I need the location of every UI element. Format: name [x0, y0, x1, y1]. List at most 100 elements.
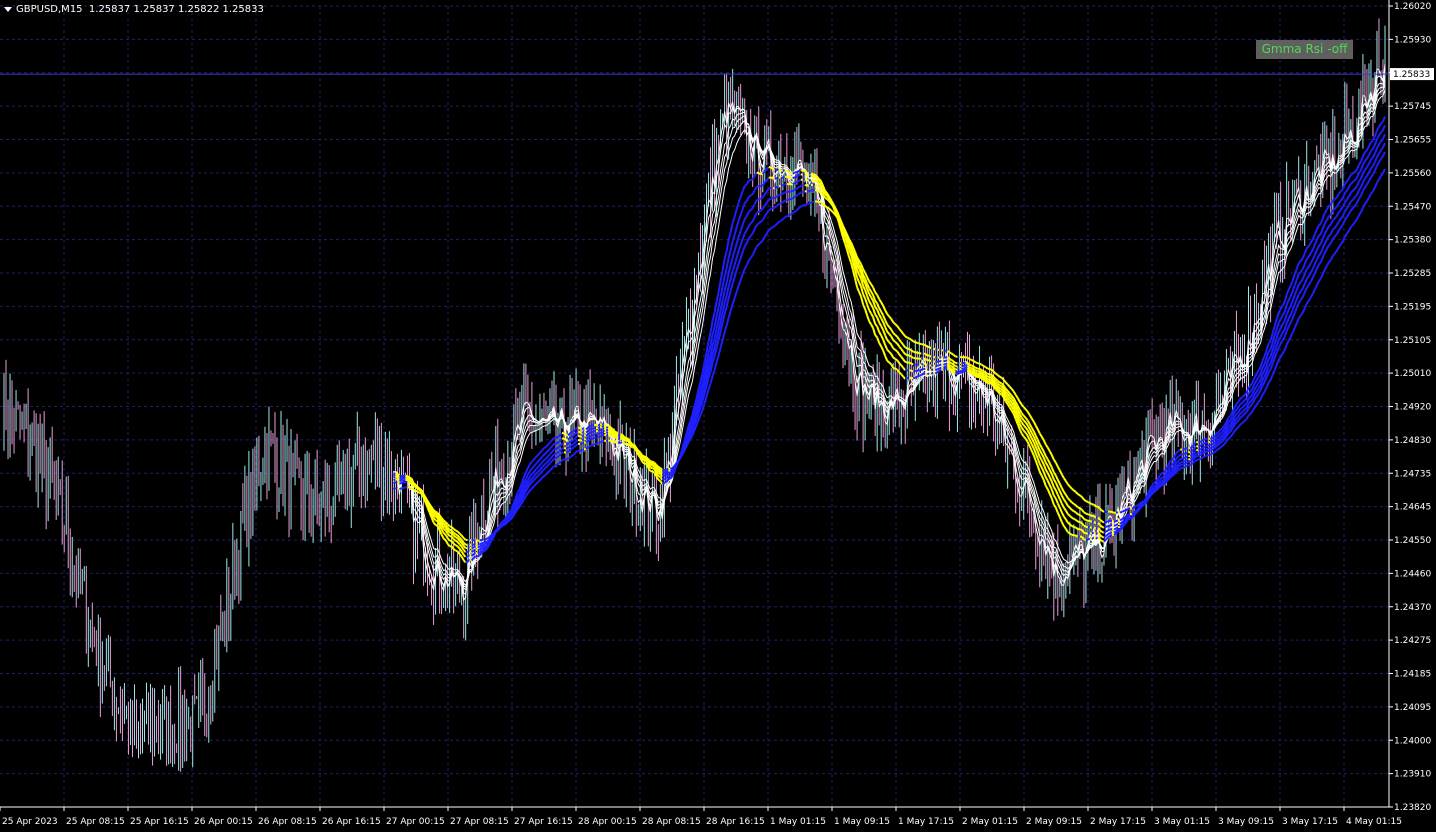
slow-ema-segment: [892, 366, 896, 370]
slow-ema-segment: [453, 528, 457, 532]
slow-ema-segment: [664, 474, 667, 478]
slow-ema-segment: [908, 337, 912, 341]
slow-ema-segment: [450, 526, 455, 530]
slow-ema-segment: [1175, 450, 1179, 454]
slow-ema-segment: [406, 477, 410, 481]
slow-ema-segment: [1191, 461, 1195, 465]
slow-ema-segment: [971, 367, 974, 370]
slow-ema-segment: [1161, 475, 1165, 479]
slow-ema-segment: [979, 374, 983, 378]
price-label: 1.25560: [1394, 169, 1431, 179]
slow-ema-segment: [585, 436, 589, 441]
slow-ema-segment: [941, 356, 944, 359]
slow-ema-segment: [591, 436, 595, 440]
slow-ema-segment: [810, 172, 814, 176]
slow-ema-segment: [948, 366, 952, 370]
slow-ema-segment: [818, 182, 822, 186]
slow-ema-segment: [938, 366, 942, 370]
slow-ema-segment: [800, 169, 804, 172]
slow-ema-segment: [772, 225, 776, 228]
slow-ema-segment: [999, 392, 1003, 396]
slow-ema-segment: [1115, 526, 1119, 530]
slow-ema-segment: [910, 355, 914, 359]
slow-ema-segment: [1127, 513, 1131, 516]
slow-ema-segment: [937, 367, 940, 371]
slow-ema-segment: [943, 363, 946, 366]
slow-ema-segment: [396, 481, 400, 485]
slow-ema-segment: [396, 476, 401, 480]
slow-ema-segment: [776, 185, 780, 189]
slow-ema-segment: [910, 349, 914, 353]
slow-ema-segment: [609, 427, 613, 431]
slow-ema-segment: [567, 456, 571, 460]
slow-ema-segment: [824, 193, 828, 197]
slow-ema-segment: [786, 214, 790, 218]
slow-ema-segment: [780, 201, 784, 205]
slow-ema-segment: [603, 428, 607, 431]
slow-ema-segment: [571, 434, 575, 438]
slow-ema-segment: [778, 219, 782, 223]
slow-ema-segment: [393, 473, 396, 477]
slow-ema-segment: [1099, 534, 1103, 538]
slow-ema-segment: [952, 366, 957, 371]
slow-ema-segment: [1115, 523, 1119, 527]
indicator-status-button[interactable]: Gmma Rsi -off: [1256, 40, 1353, 59]
price-label: 1.24370: [1394, 603, 1431, 613]
slow-ema-segment: [892, 347, 896, 351]
slow-ema-segment: [581, 448, 585, 452]
price-chart[interactable]: 1.26020 1.25930 1.25833 1.25745 1.25655 1.255…: [0, 0, 1436, 832]
slow-ema-segment: [818, 179, 822, 183]
price-label: 1.24000: [1394, 736, 1431, 746]
slow-ema-segment: [818, 190, 822, 194]
slow-ema-segment: [906, 376, 910, 380]
slow-ema-segment: [804, 184, 808, 187]
slow-ema-segment: [979, 372, 982, 376]
slow-ema-segment: [1243, 411, 1248, 415]
slow-ema-segment: [1227, 430, 1232, 435]
slow-ema-segment: [918, 374, 922, 377]
slow-ema-segment: [597, 432, 601, 436]
slow-ema-segment: [1204, 445, 1207, 448]
slow-ema-segment: [1169, 475, 1173, 479]
slow-ema-segment: [571, 438, 575, 442]
slow-ema-segment: [790, 197, 794, 200]
chart-window[interactable]: 1.26020 1.25930 1.25833 1.25745 1.25655 1.255…: [0, 0, 1436, 832]
slow-ema-segment: [784, 190, 788, 194]
slow-ema-segment: [1239, 415, 1244, 419]
slow-ema-segment: [473, 552, 477, 555]
dropdown-icon[interactable]: [4, 6, 12, 12]
time-label: 25 Apr 16:15: [130, 817, 189, 827]
slow-ema-segment: [784, 215, 788, 219]
slow-ema-segment: [623, 439, 627, 442]
slow-ema-segment: [1123, 509, 1127, 512]
slow-ema-segment: [1183, 456, 1187, 459]
slow-ema-segment: [1177, 464, 1181, 468]
slow-ema-segment: [952, 353, 957, 358]
slow-ema-segment: [770, 197, 774, 200]
slow-ema-segment: [1215, 438, 1220, 442]
slow-ema-segment: [1075, 519, 1079, 523]
slow-ema-segment: [792, 195, 796, 200]
slow-ema-segment: [587, 431, 591, 435]
slow-ema-segment: [1185, 446, 1189, 450]
slow-ema-segment: [453, 542, 457, 546]
slow-ema-segment: [587, 435, 591, 439]
slow-ema-segment: [442, 527, 447, 532]
slow-ema-segment: [557, 461, 561, 465]
slow-ema-segment: [1181, 466, 1185, 469]
slow-ema-segment: [585, 433, 589, 437]
slow-ema-segment: [1135, 508, 1139, 512]
slow-ema-segment: [499, 525, 503, 529]
slow-ema-segment: [939, 363, 942, 367]
slow-ema-segment: [792, 176, 796, 180]
time-label: 26 Apr 16:15: [322, 817, 381, 827]
slow-ema-segment: [894, 367, 898, 371]
slow-ema-segment: [1211, 447, 1215, 451]
slow-ema-segment: [1131, 511, 1135, 515]
slow-ema-segment: [923, 352, 926, 355]
slow-ema-segment: [996, 385, 1001, 389]
slow-ema-segment: [543, 466, 547, 471]
slow-ema-segment: [906, 354, 910, 357]
slow-ema-segment: [455, 539, 459, 543]
slow-ema-segment: [479, 542, 483, 546]
